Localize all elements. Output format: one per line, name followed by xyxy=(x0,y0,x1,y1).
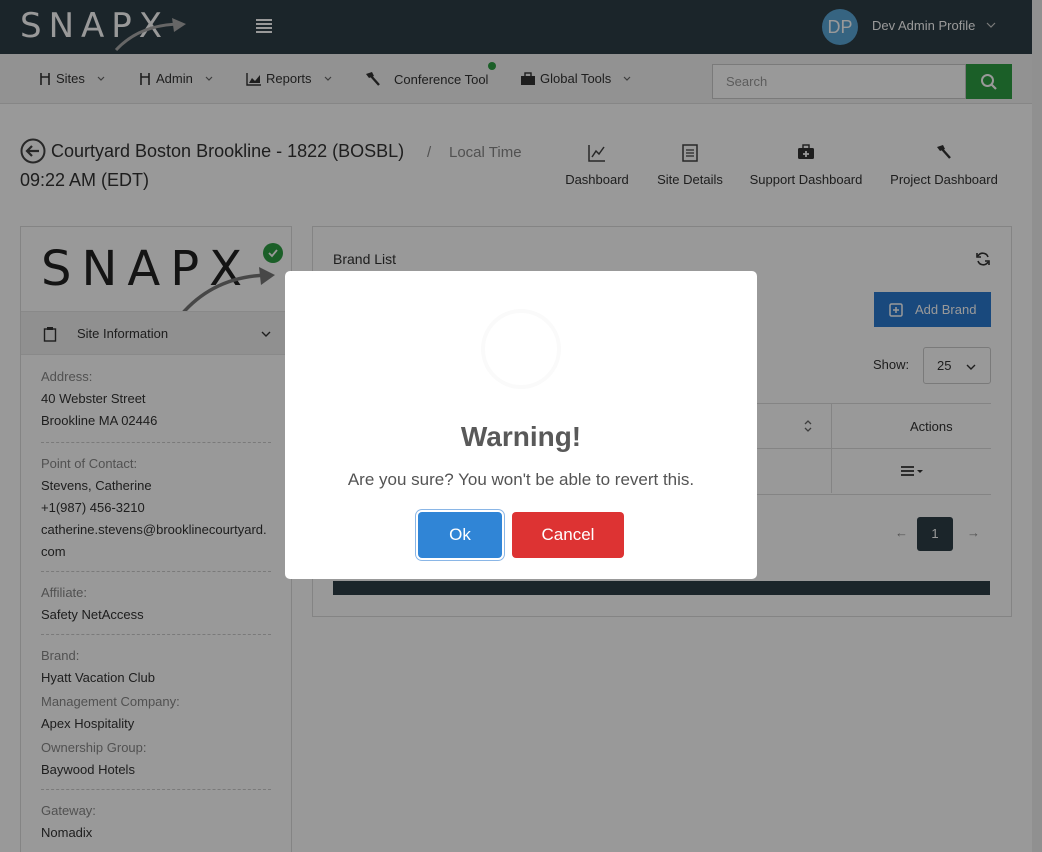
dialog-message: Are you sure? You won't be able to rever… xyxy=(347,470,695,489)
warning-icon xyxy=(481,309,561,389)
cancel-button[interactable]: Cancel xyxy=(512,512,624,558)
warning-dialog: Warning! Are you sure? You won't be able… xyxy=(285,271,757,579)
ok-button[interactable]: Ok xyxy=(418,512,502,558)
dialog-title: Warning! xyxy=(460,421,582,452)
